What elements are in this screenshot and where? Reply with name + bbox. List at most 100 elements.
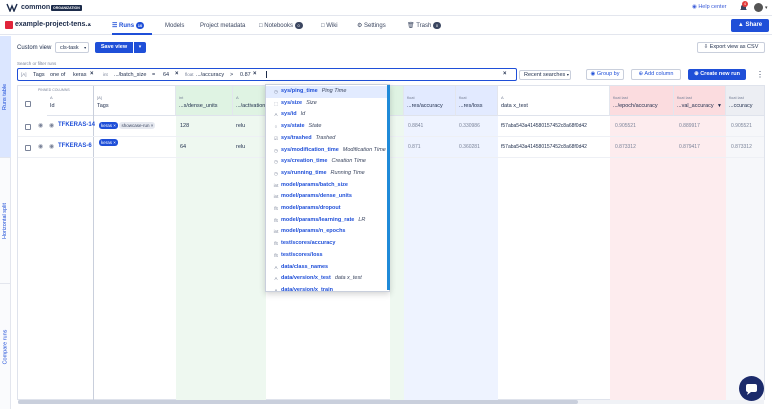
close-icon[interactable]: × [175, 71, 179, 77]
circle-icon: ○ [274, 124, 278, 130]
check-icon: ☑ [273, 135, 279, 141]
column-type: float last [613, 95, 628, 100]
help-center-link[interactable]: ◉ Help center [692, 4, 726, 10]
chevron-down-icon[interactable]: ▾ [88, 22, 91, 28]
close-icon[interactable]: × [90, 71, 94, 77]
eye-icon[interactable]: ◉ [38, 143, 43, 150]
rail-runs-table[interactable]: Runs table [0, 36, 11, 158]
suggestion-item[interactable]: Adata/class_names [266, 262, 387, 274]
table-row[interactable]: ◉ ◉ TFKERAS-6 keras × 64 relu 0.871 0.36… [18, 137, 764, 158]
column-header-tags[interactable]: [A] Tags [94, 86, 176, 116]
tab-notebooks[interactable]: □ Notebooks 0 [259, 17, 303, 35]
tag[interactable]: showcase-run × [119, 122, 156, 129]
logo-icon[interactable] [6, 3, 18, 12]
tab-models[interactable]: Models [165, 17, 184, 35]
column-header-hidden[interactable] [390, 86, 404, 116]
suggestion-item[interactable]: flt test/scores/loss [266, 250, 387, 262]
int-icon: int [273, 194, 279, 200]
dropdown-scrollbar[interactable] [387, 85, 390, 290]
rail-horizontal-split[interactable]: Horizontal split [0, 158, 11, 284]
horizontal-scrollbar-thumb[interactable] [18, 400, 578, 404]
eye-icon[interactable]: ◉ [38, 122, 43, 129]
column-header-x-test[interactable]: Adata x_test [498, 86, 610, 116]
more-options-icon[interactable]: ⋮ [756, 70, 764, 79]
chip-value: 64 [163, 72, 170, 78]
chip-operator: = [152, 72, 156, 78]
tab-label: Settings [364, 23, 386, 29]
tags-cell: keras × [99, 139, 118, 146]
suggestion-item[interactable]: int model/params/dense_units [266, 191, 387, 203]
chip-value: 0.87 [240, 72, 251, 78]
column-header-accuracy[interactable]: float ...res/accuracy [404, 86, 456, 116]
rail-compare-runs[interactable]: Compare runs [0, 284, 11, 409]
table-row[interactable]: ◉ ◉ TFKERAS-14 keras × showcase-run × 12… [18, 116, 764, 137]
column-header-epoch-accuracy[interactable]: float last .../epoch/accuracy [610, 86, 674, 116]
tab-trash[interactable]: 🗑 Trash 0 [407, 17, 441, 35]
column-name: ...res/accuracy [407, 103, 443, 109]
chat-support-button[interactable] [739, 376, 764, 401]
rail-label: Runs table [2, 83, 9, 110]
view-select[interactable]: cls-task ▾ [55, 42, 89, 53]
column-type: float [459, 95, 467, 100]
create-new-run-button[interactable]: ⊕ Create new run [688, 69, 746, 80]
project-name[interactable]: example-project-tens... [15, 21, 91, 28]
accuracy-last-cell: 0.873312 [731, 144, 752, 150]
tab-runs[interactable]: ☰ Runs 10 [112, 17, 152, 35]
tab-settings[interactable]: ⚙ Settings [357, 17, 386, 35]
suggestion-item[interactable]: flt test/scores/accuracy [266, 238, 387, 250]
tab-label: Models [165, 23, 185, 29]
suggestion-item[interactable]: ◷ sys/ping_time Ping Time [266, 86, 387, 98]
suggestion-item[interactable]: Adata/version/x_test data x_test [266, 273, 387, 285]
chip-type: float [185, 72, 194, 77]
group-by-button[interactable]: ◉ Group by [586, 69, 624, 80]
suggestion-item[interactable]: ◷ sys/creation_time Creation Time [266, 156, 387, 168]
suggestion-item[interactable]: ⬚ sys/size Size [266, 98, 387, 110]
column-name: ...res/loss [459, 103, 483, 109]
float-icon: flt [274, 241, 278, 247]
suggestion-name: sys/creation_time Creation Time [281, 158, 366, 165]
sort-desc-icon[interactable]: ▼ [717, 103, 722, 109]
A-icon: A [274, 287, 278, 292]
suggestion-item[interactable]: ○ sys/state State [266, 121, 387, 133]
tab-wiki[interactable]: □ Wiki [321, 17, 338, 35]
suggestion-item[interactable]: Adata/version/x_train [266, 285, 387, 292]
suggestion-item[interactable]: Asys/id Id [266, 109, 387, 121]
column-header-dense-units[interactable]: int ...s/dense_units [176, 86, 233, 116]
save-view-button[interactable]: Save view [95, 42, 133, 53]
column-type: float last [677, 95, 692, 100]
save-view-menu-button[interactable]: ▾ [134, 42, 146, 53]
tab-project-metadata[interactable]: Project metadata [200, 17, 245, 35]
suggestion-item[interactable]: flt model/params/learning_rate LR [266, 215, 387, 227]
column-header-accuracy-last[interactable]: float last ...ccuracy [726, 86, 764, 116]
column-header-id[interactable]: A Id [47, 86, 93, 116]
suggestion-item[interactable]: ◷ sys/modification_time Modification Time [266, 145, 387, 157]
close-icon[interactable]: × [253, 71, 257, 77]
chevron-down-icon[interactable]: ▾ [765, 5, 768, 11]
suggestion-name: model/params/learning_rate LR [281, 216, 366, 223]
suggestion-item[interactable]: ☑ sys/trashed Trashed [266, 133, 387, 145]
run-id-link[interactable]: TFKERAS-14 [58, 122, 95, 128]
run-id-link[interactable]: TFKERAS-6 [58, 143, 92, 149]
suggestion-item[interactable]: int model/params/n_epochs [266, 226, 387, 238]
row-checkbox[interactable] [25, 124, 31, 130]
val-accuracy-cell: 0.879417 [679, 144, 700, 150]
tag[interactable]: keras × [99, 139, 118, 146]
recent-searches-button[interactable]: Recent searches ▾ [519, 70, 571, 80]
column-header-val-accuracy[interactable]: float last ...val_accuracy ▼ [674, 86, 726, 116]
column-header-activation[interactable]: A .../activation [233, 86, 266, 116]
share-button[interactable]: ▲ Share [731, 19, 769, 32]
row-checkbox[interactable] [25, 145, 31, 151]
suggestion-name: model/params/dense_units [281, 193, 352, 200]
tag[interactable]: keras × [99, 122, 118, 129]
dense-units-cell: 64 [180, 144, 187, 150]
column-header-loss[interactable]: float ...res/loss [456, 86, 498, 116]
add-column-button[interactable]: ⊕ Add column [631, 69, 681, 80]
suggestion-item[interactable]: flt model/params/dropout [266, 203, 387, 215]
avatar[interactable] [754, 3, 763, 12]
chevron-down-icon: ▾ [84, 45, 87, 50]
suggestion-item[interactable]: ◷ sys/running_time Running Time [266, 168, 387, 180]
suggestion-item[interactable]: int model/params/batch_size [266, 180, 387, 192]
export-csv-button[interactable]: ⇩ Export view as CSV [697, 42, 765, 53]
select-all-checkbox[interactable] [25, 101, 31, 107]
clear-search-icon[interactable]: × [503, 71, 507, 77]
